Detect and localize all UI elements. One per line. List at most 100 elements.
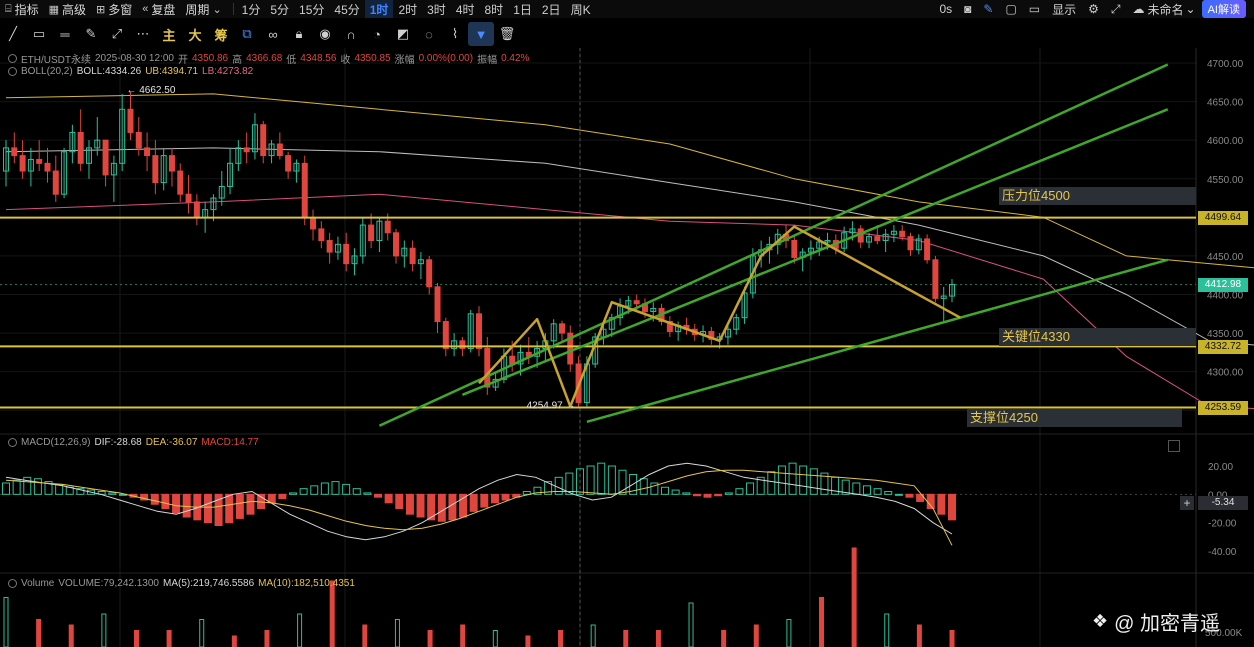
advanced-button[interactable]: ▦ 高级 (44, 0, 91, 18)
timeframe-7[interactable]: 4时 (451, 0, 480, 18)
candle (866, 232, 873, 249)
volume-bar (329, 580, 335, 647)
large-order-button[interactable]: 大 (182, 22, 208, 46)
settings-icon[interactable]: ⚙ (1088, 2, 1099, 16)
high-annotation: ← 4662.50 (126, 85, 175, 96)
camera-icon[interactable]: ◙ (964, 2, 971, 16)
rectangle-tool-icon[interactable]: ▭ (26, 22, 52, 46)
macd-bar (884, 491, 893, 495)
main-chart-button[interactable]: 主 (156, 22, 182, 46)
volume-bar (851, 547, 857, 647)
candle (683, 317, 690, 335)
candle-body (310, 216, 317, 230)
more-tools-icon[interactable]: ⋯ (130, 22, 156, 46)
candle (882, 228, 889, 253)
replay-button[interactable]: «复盘 (137, 0, 180, 18)
support-price-tag: 4253.59 (1198, 401, 1248, 415)
candle (924, 234, 931, 264)
candle (44, 147, 51, 183)
ai-interpret-button[interactable]: AI解读 (1201, 0, 1246, 18)
candle-body (442, 321, 449, 350)
candle-body (343, 243, 350, 265)
macd-tick-label: -20.00 (1208, 519, 1237, 530)
minus-icon[interactable]: ▭ (1029, 2, 1040, 16)
timeframe-8[interactable]: 8时 (480, 0, 509, 18)
candle-body (326, 239, 333, 253)
timeframe-6[interactable]: 3时 (422, 0, 451, 18)
eye-icon[interactable] (8, 579, 17, 588)
timeframe-10[interactable]: 2日 (537, 0, 566, 18)
candle (451, 333, 458, 357)
candle-body (932, 259, 939, 299)
expand-icon[interactable] (1168, 440, 1180, 452)
link-icon[interactable]: ∞ (260, 22, 286, 46)
volume-bar (558, 630, 564, 647)
candle-body (52, 170, 59, 195)
timeframe-5[interactable]: 2时 (393, 0, 422, 18)
eye-icon[interactable] (8, 438, 17, 447)
brush-icon[interactable]: ⌇ (442, 22, 468, 46)
price-tick-label: 4550.00 (1207, 175, 1244, 186)
eye-icon[interactable] (8, 54, 17, 63)
copy-icon[interactable]: ⧉ (234, 22, 260, 46)
timeframe-2[interactable]: 15分 (294, 0, 329, 18)
ray-tool-icon[interactable]: ⤢ (104, 22, 130, 46)
horizontal-line-tool-icon[interactable]: ═ (52, 22, 78, 46)
macd-bar (948, 493, 956, 521)
chart-canvas[interactable]: 4700.004650.004600.004550.004500.004450.… (0, 0, 1254, 647)
candle-body (168, 155, 175, 172)
timeframe-0[interactable]: 1分 (237, 0, 266, 18)
filter-icon[interactable]: ▼ (468, 22, 494, 46)
candle (193, 194, 200, 226)
layout-dropdown[interactable]: ☁ 未命名 ⌄ (1133, 1, 1196, 18)
macd-bar (714, 493, 723, 497)
candle (160, 147, 167, 191)
volume-bar (819, 597, 825, 647)
macd-bar (767, 471, 776, 495)
eye-icon[interactable] (8, 67, 17, 76)
candle (799, 248, 806, 272)
macd-bar (172, 493, 181, 514)
candle (807, 240, 814, 260)
timeframe-9[interactable]: 1日 (508, 0, 537, 18)
candle-body (193, 201, 200, 218)
macd-bar (384, 493, 393, 504)
timeframe-3[interactable]: 45分 (329, 0, 364, 18)
timeframe-1[interactable]: 5分 (265, 0, 294, 18)
chips-button[interactable]: 筹 (208, 22, 234, 46)
pen-tool-icon[interactable]: ✎ (78, 22, 104, 46)
volume-bar (623, 630, 629, 647)
timer-icon[interactable]: ◔ (364, 22, 390, 46)
macd-bar (735, 488, 744, 495)
line-tool-icon[interactable]: ╱ (0, 22, 26, 46)
macd-bar (703, 493, 712, 498)
window-icon[interactable]: ▢ (1005, 2, 1016, 16)
lock-icon[interactable]: 🔒︎ (286, 22, 312, 46)
multi-window-button[interactable]: ⊞ 多窗 (91, 0, 137, 18)
candle-body (384, 220, 391, 234)
layers-icon[interactable]: ◩ (390, 22, 416, 46)
timeframe-11[interactable]: 周K (566, 0, 596, 18)
period-dropdown[interactable]: 周期 ⌄ (180, 0, 229, 18)
macd-bar (299, 488, 308, 495)
display-button[interactable]: 显示 (1052, 1, 1076, 18)
pen-icon[interactable]: ✎ (983, 2, 993, 16)
add-icon[interactable]: + (1180, 496, 1194, 510)
candle (442, 317, 449, 357)
key-level-label: 关键位4330 (999, 328, 1196, 346)
candle (268, 140, 275, 164)
volume-bar (460, 624, 466, 647)
trash-icon[interactable]: 🗑︎ (494, 22, 520, 46)
macd-bar (310, 485, 319, 495)
candle (940, 286, 947, 322)
magnet-icon[interactable]: ∩ (338, 22, 364, 46)
eye-icon[interactable]: ◌ (416, 22, 442, 46)
visibility-icon[interactable]: ◉ (312, 22, 338, 46)
macd-bar (873, 488, 882, 495)
candle (476, 306, 482, 357)
indicator-button[interactable]: ⌸ 指标 (0, 0, 44, 18)
fullscreen-icon[interactable]: ⤢ (1111, 2, 1121, 17)
timeframe-4[interactable]: 1时 (364, 0, 394, 18)
countdown-label: 0s (939, 2, 953, 16)
candle-body (127, 108, 134, 133)
